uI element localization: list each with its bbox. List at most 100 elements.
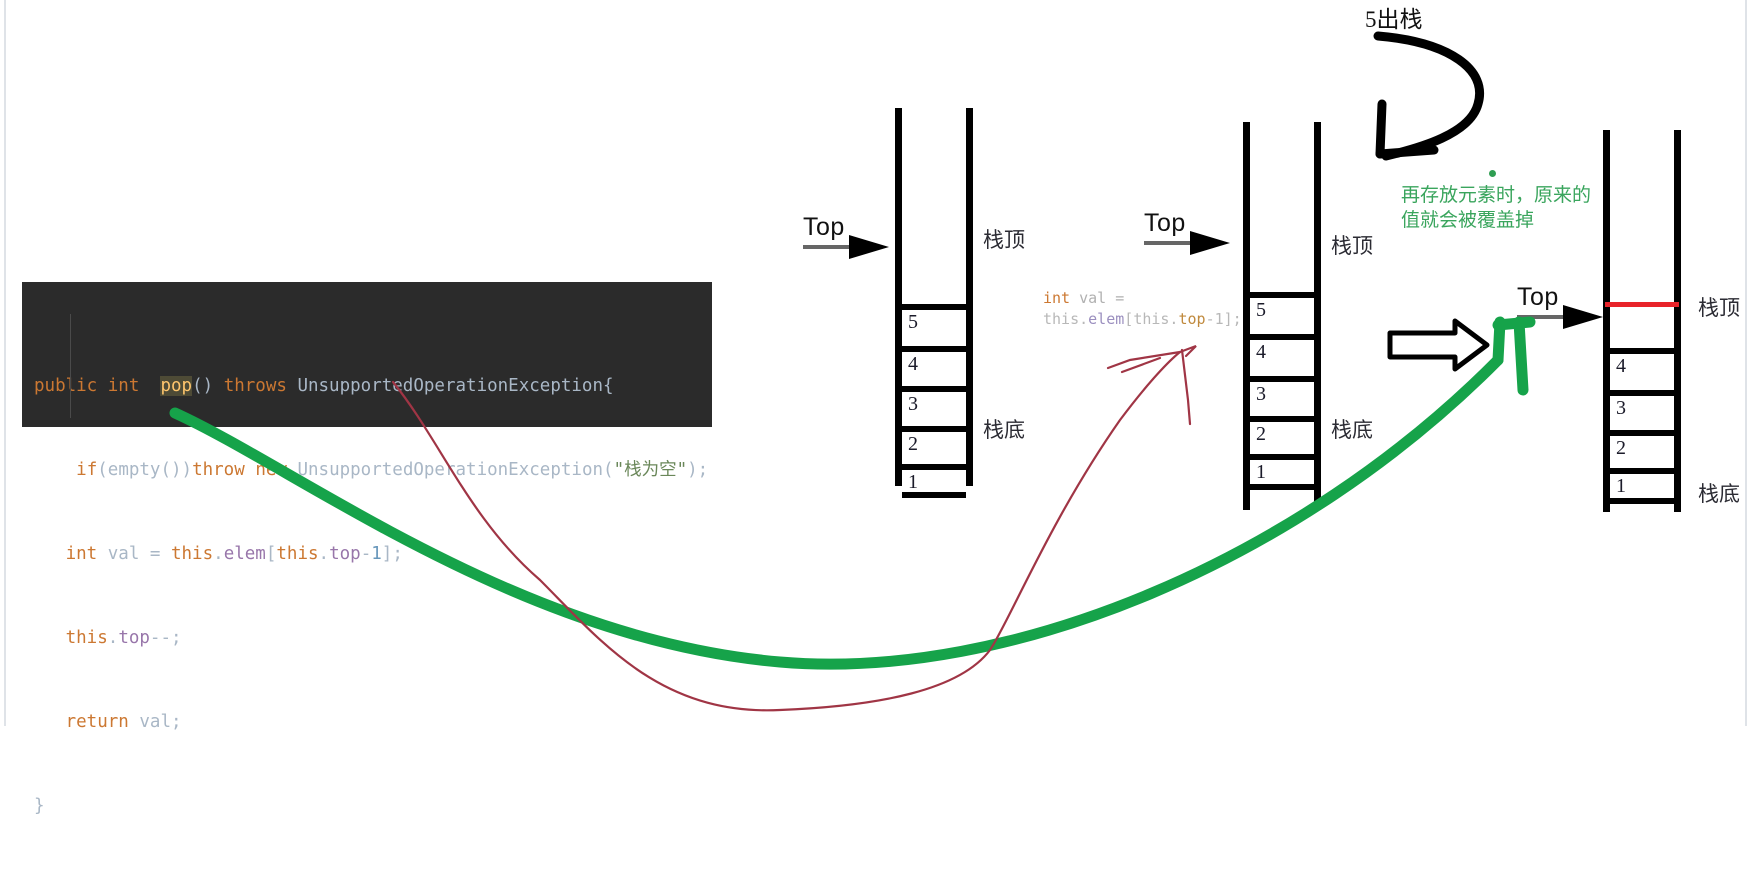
overwrite-note-line1: 再存放元素时，原来的 — [1401, 185, 1592, 206]
inline-code-note: int val = this.elem[this.top-1]; — [1043, 289, 1242, 328]
pop-annotation-label: 5出栈 — [1365, 7, 1423, 32]
top-pointer-stack2: Top — [1140, 209, 1232, 257]
overwrite-note-line2: 值就会被覆盖掉 — [1401, 210, 1535, 231]
code-block[interactable]: public int pop() throws UnsupportedOpera… — [22, 282, 712, 816]
code-token: . — [318, 544, 330, 564]
code-token: . — [213, 544, 224, 564]
code-token: if — [76, 460, 98, 480]
top-pointer-stack3: Top — [1513, 283, 1605, 331]
top-pointer-label: Top — [1517, 283, 1559, 311]
stack-top-label: 栈顶 — [1698, 296, 1740, 320]
code-line-4: this.top--; — [22, 624, 712, 652]
code-token: [ — [265, 544, 277, 564]
code-token: int — [107, 376, 140, 396]
code-line-5: return val; — [22, 708, 712, 736]
stack-cell: 1 — [902, 464, 966, 498]
code-line-1: public int pop() throws UnsupportedOpera… — [22, 372, 712, 400]
green-arrow-tail — [1513, 316, 1529, 396]
code-token: { — [603, 376, 614, 396]
code-token: public — [34, 376, 98, 396]
stack-cell: 4 — [1610, 348, 1674, 390]
code-token: UnsupportedOperationException — [297, 376, 603, 396]
stack-cell: 3 — [1250, 376, 1314, 416]
code-token: . — [107, 628, 119, 648]
stack-cell: 4 — [1250, 334, 1314, 376]
stack-cell: 5 — [902, 304, 966, 346]
stack-rail-left — [1243, 122, 1250, 510]
code-line-2: if(empty())throw new UnsupportedOperatio… — [22, 456, 712, 484]
stack-rail-right — [1314, 122, 1321, 510]
code-token: } — [34, 796, 45, 816]
red-scribble-branch-a — [1106, 350, 1182, 370]
code-token: ( — [97, 460, 108, 480]
code-token: new — [255, 460, 287, 480]
code-token: this — [276, 544, 319, 564]
stack-cell: 1 — [1610, 468, 1674, 504]
overwrite-note: 再存放元素时，原来的 值就会被覆盖掉 — [1401, 183, 1616, 233]
diagram-canvas: public int pop() throws UnsupportedOpera… — [0, 0, 1761, 816]
red-scribble-branch-b — [1178, 344, 1197, 358]
code-token: empty — [107, 460, 161, 480]
green-arrowhead-a — [1492, 316, 1506, 366]
stack-top-label: 栈顶 — [1331, 234, 1373, 258]
green-bullet-dot — [1489, 170, 1496, 177]
stack-rail-right — [966, 108, 973, 486]
code-token: throw — [192, 460, 245, 480]
code-token: - — [360, 544, 372, 564]
pop-arrowhead-b — [1375, 145, 1439, 159]
transition-hollow-arrow — [1387, 318, 1490, 372]
stack-before: 5 4 3 2 1 栈顶 栈底 — [895, 108, 1025, 498]
pop-arrowhead-a — [1375, 99, 1387, 159]
code-token: ); — [687, 460, 709, 480]
pop-curved-arrow — [1373, 31, 1484, 161]
code-token: UnsupportedOperationException — [297, 460, 604, 480]
stack-cell: 2 — [1610, 430, 1674, 468]
code-token: int — [65, 544, 98, 564]
stack-bottom-label: 栈底 — [1331, 418, 1373, 442]
stack-reading: 5 4 3 2 1 栈顶 栈底 — [1243, 122, 1373, 510]
code-token: ()) — [160, 460, 193, 480]
code-token: elem — [223, 544, 266, 564]
stack-cell: 5 — [1250, 292, 1314, 334]
stack-rail-right — [1674, 130, 1681, 512]
stack-cell: 4 — [902, 346, 966, 386]
code-token: ( — [603, 460, 614, 480]
stack-cell: 1 — [1250, 454, 1314, 490]
stack-cell: 2 — [1250, 416, 1314, 454]
stack-top-label: 栈顶 — [983, 228, 1025, 252]
overwrite-red-line — [1605, 302, 1679, 307]
page-left-rule — [4, 0, 6, 726]
code-token: top — [329, 544, 361, 564]
top-pointer-label: Top — [1144, 209, 1186, 237]
code-line-6: } — [22, 792, 712, 820]
code-indent-guide — [70, 314, 71, 418]
code-token: val — [107, 544, 140, 564]
code-token: ; — [170, 712, 182, 732]
stack-cell: 3 — [1610, 390, 1674, 430]
code-token: "栈为空" — [613, 460, 688, 480]
top-pointer-label: Top — [803, 213, 845, 241]
code-token: val — [139, 712, 171, 732]
code-token: this — [170, 544, 214, 564]
code-token: 1 — [371, 544, 382, 564]
code-token: throws — [223, 376, 287, 396]
stack-rail-left — [895, 108, 902, 486]
code-token: return — [65, 712, 129, 732]
top-pointer-stack1: Top — [799, 213, 891, 261]
stack-bottom-label: 栈底 — [1698, 482, 1740, 506]
code-token: top — [118, 628, 150, 648]
stack-bottom-label: 栈底 — [983, 418, 1025, 442]
red-scribble-branch-c — [1180, 348, 1192, 426]
code-token: () — [192, 376, 214, 396]
